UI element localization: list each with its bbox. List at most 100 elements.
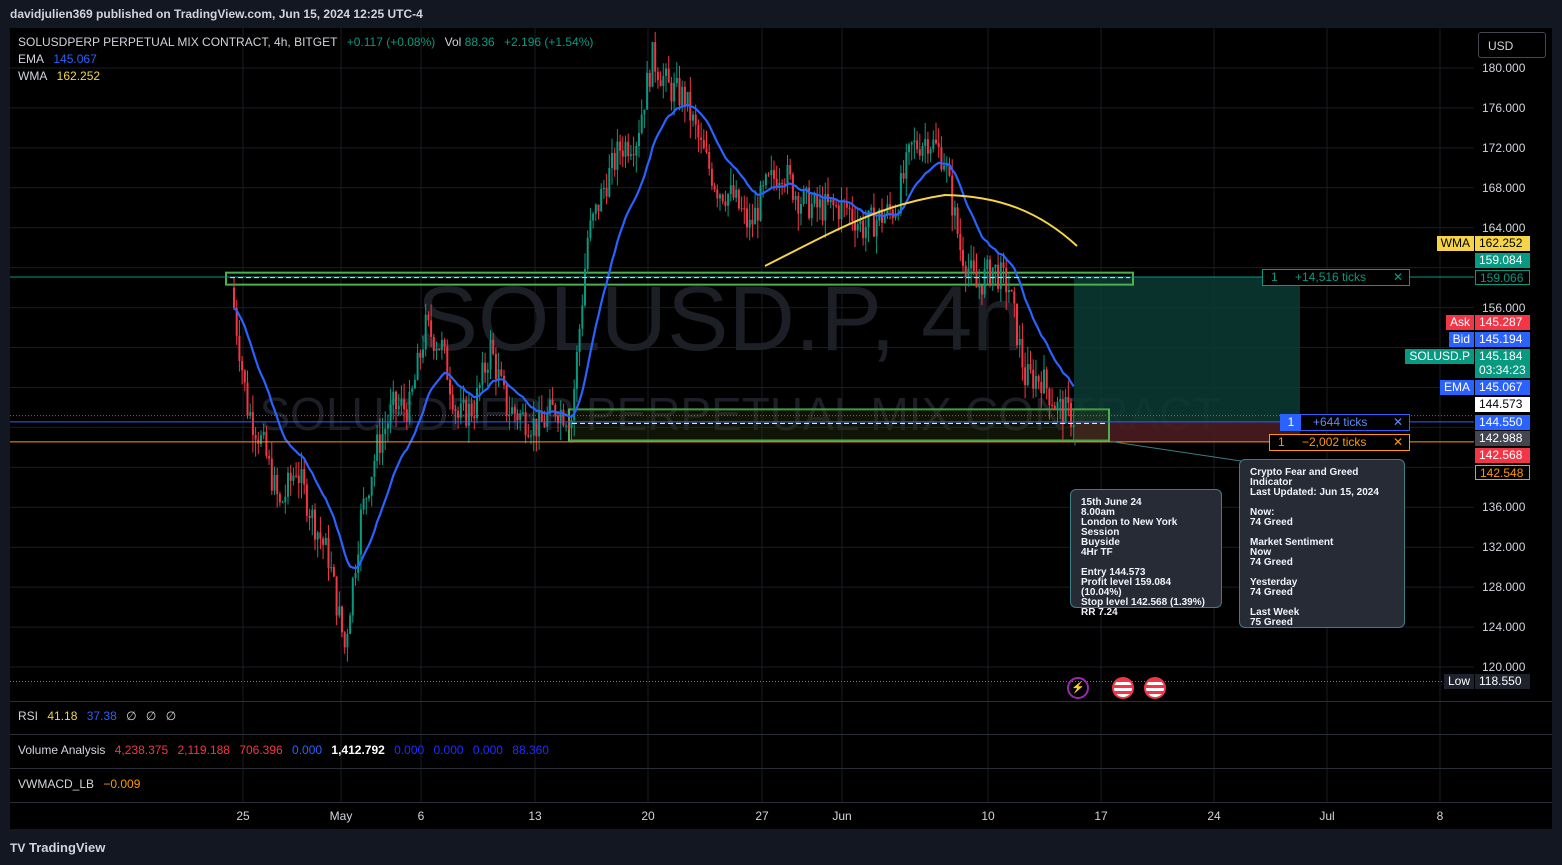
candle-body [1002,262,1005,268]
currency-button[interactable]: USD [1478,32,1546,58]
ema-value: 145.067 [53,52,97,66]
price-label-name: Low [1443,674,1474,689]
candle-body [970,260,973,269]
candle-body [335,576,338,616]
ticks-top-close-icon[interactable]: ✕ [1393,270,1403,285]
price-label-name: WMA [1436,236,1474,251]
candle-body [654,42,657,72]
candle-body [945,165,948,167]
candle-body [440,339,443,350]
candle-body [478,384,481,389]
price-tick: 172.000 [1482,141,1526,155]
ticks-mid-close-icon[interactable]: ✕ [1393,415,1403,430]
candle-body [710,168,713,186]
candle-body [921,145,924,156]
volume-value-1: 4,238.375 [114,743,169,757]
us-flag-icon[interactable] [1144,677,1166,699]
candle-body [624,141,627,157]
candle-body [316,532,319,540]
candle-body [994,264,997,268]
price-chart[interactable]: SOLUSD.P, 4h SOLUSDPERP PERPETUAL MIX CO… [0,0,1562,865]
candle-body [303,469,306,485]
candle-body [786,164,789,185]
candle-body [670,82,673,102]
candle-body [932,139,935,150]
time-tick: 8 [1436,809,1444,823]
us-flag-icon[interactable] [1112,677,1134,699]
candle-body [470,403,473,417]
ema-legend: EMA 145.067 [18,52,103,66]
candle-body [562,409,565,426]
candle-body [584,268,586,306]
candle-body [802,189,805,205]
volume-value-8: 0.000 [472,743,503,757]
candle-body [835,205,838,207]
candle-body [1067,397,1070,403]
rsi-empty-1: ∅ [126,709,137,723]
candle-body [346,634,349,648]
candle-body [586,237,589,269]
candle-body [721,194,724,202]
candle-body [513,407,516,414]
candle-body [735,189,738,198]
candle-body [600,188,603,212]
candle-body [937,143,940,148]
profit-zone [1074,276,1300,422]
ticks-box-top[interactable]: 1 +14,516 ticks ✕ [1262,269,1410,286]
vol-change: +2.196 (+1.54%) [504,35,594,49]
volume-value-7: 0.000 [433,743,464,757]
candle-body [989,259,991,285]
candle-body [408,391,411,422]
candle-body [605,187,608,197]
ticks-low-close-icon[interactable]: ✕ [1393,435,1403,450]
candle-body [770,170,773,175]
candle-body [964,265,967,277]
vwmacd-pane-legend: VWMACD_LB −0.009 [18,777,146,791]
price-tick: 124.000 [1482,620,1526,634]
volume-value-3: 706.396 [239,743,283,757]
time-tick: 13 [528,809,542,823]
candle-body [246,382,249,416]
candle-body [343,632,346,648]
candle-body [489,339,492,370]
candle-body [627,141,630,156]
candle-body [476,388,478,419]
ticks-mid-qty: 1 [1281,415,1301,430]
candle-body [565,425,568,427]
candle-body [311,509,314,519]
candle-body [241,360,244,371]
candle-body [543,421,546,427]
ticks-top-qty: 1 [1271,270,1278,284]
lightning-icon[interactable]: ⚡ [1067,677,1089,699]
trade-note[interactable]: 15th June 24 8.00am London to New York S… [1070,489,1222,618]
price-label-value: 145.287 [1475,315,1530,330]
candle-body [341,606,343,633]
candle-body [999,262,1002,289]
candle-body [494,353,497,379]
candle-body [651,42,654,87]
candle-body [1056,401,1059,409]
candle-body [791,174,794,200]
price-label-value: 144.573 [1475,397,1530,412]
candle-body [451,394,454,410]
candle-body [611,152,613,169]
candle-body [673,83,676,102]
candle-body [411,388,414,392]
candle-body [1051,405,1054,407]
vwmacd-value: −0.009 [103,777,141,791]
fear-greed-note[interactable]: Crypto Fear and Greed Indicator Last Upd… [1239,459,1405,628]
volume-value-9: 88.360 [512,743,549,757]
candle-body [978,285,981,288]
vwmacd-label: VWMACD_LB [18,777,95,791]
candle-body [756,207,759,221]
price-label-value: 142.568 [1475,448,1530,463]
candle-body [1034,375,1037,389]
ticks-box-mid[interactable]: 1 +644 ticks ✕ [1280,414,1410,431]
candle-body [381,434,384,453]
candle-body [473,416,476,419]
candle-body [616,141,619,170]
price-label-value: 162.252 [1475,236,1530,251]
ticks-box-low[interactable]: 1 −2,002 ticks ✕ [1269,434,1410,451]
candle-body [1072,425,1075,428]
candle-body [332,567,335,577]
